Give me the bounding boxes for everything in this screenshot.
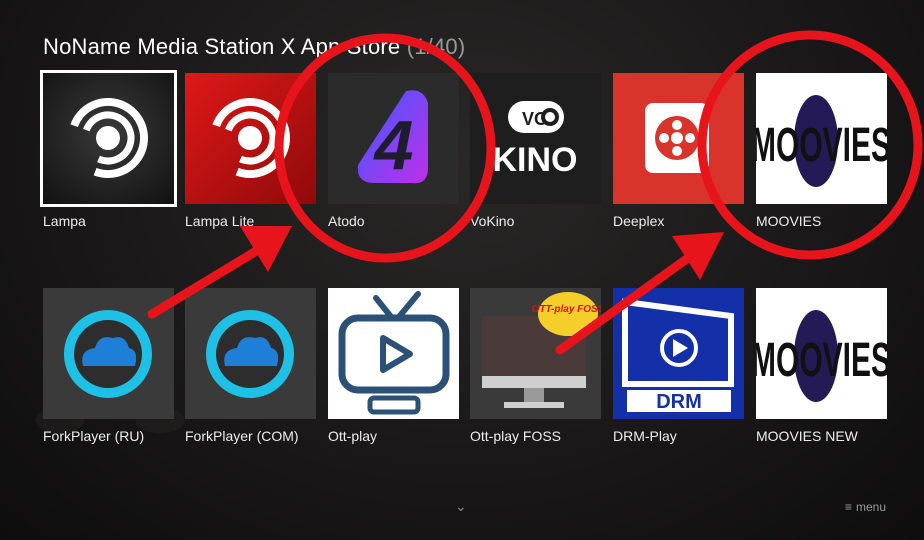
- cloud-icon: [43, 288, 174, 419]
- app-label: Atodo: [328, 213, 365, 229]
- scroll-down-indicator[interactable]: ⌄: [455, 498, 467, 515]
- app-label: Ott-play: [328, 428, 378, 444]
- atodo-logo-icon: 4: [328, 73, 459, 204]
- deeplex-logo-icon: [613, 73, 744, 204]
- app-label: Ott-play FOSS: [470, 428, 562, 444]
- app-label: Deeplex: [613, 213, 665, 229]
- vokino-logo-icon: VO KINO: [470, 73, 601, 204]
- menu-label: menu: [855, 500, 886, 514]
- vokino-text: KINO: [493, 141, 578, 179]
- app-tile-moovies-new[interactable]: MOOVIES MOOVIES NEW: [756, 288, 887, 444]
- app-tile-lampa-lite[interactable]: Lampa Lite: [185, 73, 316, 229]
- cloud-icon: [185, 288, 316, 419]
- app-label: Lampa Lite: [185, 213, 255, 229]
- menu-button[interactable]: ≡ menu: [845, 500, 886, 514]
- app-tile-vokino[interactable]: VO KINO VoKino: [470, 73, 601, 229]
- moovies-text: MOOVIES: [756, 119, 887, 172]
- app-tile-lampa[interactable]: Lampa: [40, 70, 177, 229]
- app-tile-ott-play-foss[interactable]: OTT-play FOSS Ott-play FOSS: [470, 288, 601, 444]
- annotation-arrow-moovies-head: [672, 232, 724, 280]
- moovies-logo-icon: MOOVIES: [756, 73, 887, 204]
- store-title: NoName Media Station X App Store: [43, 34, 401, 59]
- app-tile-atodo[interactable]: 4 Atodo: [328, 73, 459, 229]
- app-tile-ott-play[interactable]: Ott-play: [328, 288, 459, 444]
- app-tile-forkplayer-com[interactable]: ForkPlayer (COM): [185, 288, 316, 444]
- lampa-lite-logo-icon: [185, 73, 316, 204]
- app-label: ForkPlayer (COM): [185, 428, 299, 444]
- app-label: MOOVIES: [756, 213, 822, 229]
- app-label: DRM-Play: [613, 428, 677, 444]
- drm-text: DRM: [656, 391, 702, 413]
- tv-play-icon: [328, 288, 459, 419]
- drm-monitor-icon: DRM: [613, 288, 744, 419]
- app-label: VoKino: [470, 213, 515, 229]
- atodo-glyph: 4: [373, 106, 414, 184]
- app-label: Lampa: [43, 213, 86, 229]
- app-label: ForkPlayer (RU): [43, 428, 145, 444]
- moovies-logo-icon: MOOVIES: [756, 288, 887, 419]
- app-tile-drm-play[interactable]: DRM DRM-Play: [613, 288, 744, 444]
- page-title: NoName Media Station X App Store (1/40): [43, 34, 465, 60]
- app-label: MOOVIES NEW: [756, 428, 858, 444]
- app-tile-deeplex[interactable]: Deeplex: [613, 73, 744, 229]
- app-tile-forkplayer-ru[interactable]: ForkPlayer (RU): [43, 288, 174, 444]
- app-tile-moovies[interactable]: MOOVIES MOOVIES: [756, 73, 887, 229]
- monitor-icon: OTT-play FOSS: [470, 288, 601, 419]
- moovies-text: MOOVIES: [756, 334, 887, 387]
- annotation-arrow-atodo-head: [240, 226, 292, 272]
- hamburger-icon: ≡: [844, 500, 852, 514]
- foss-badge: OTT-play FOSS: [532, 304, 601, 315]
- item-counter: (1/40): [406, 34, 466, 59]
- lampa-logo-icon: [40, 70, 177, 207]
